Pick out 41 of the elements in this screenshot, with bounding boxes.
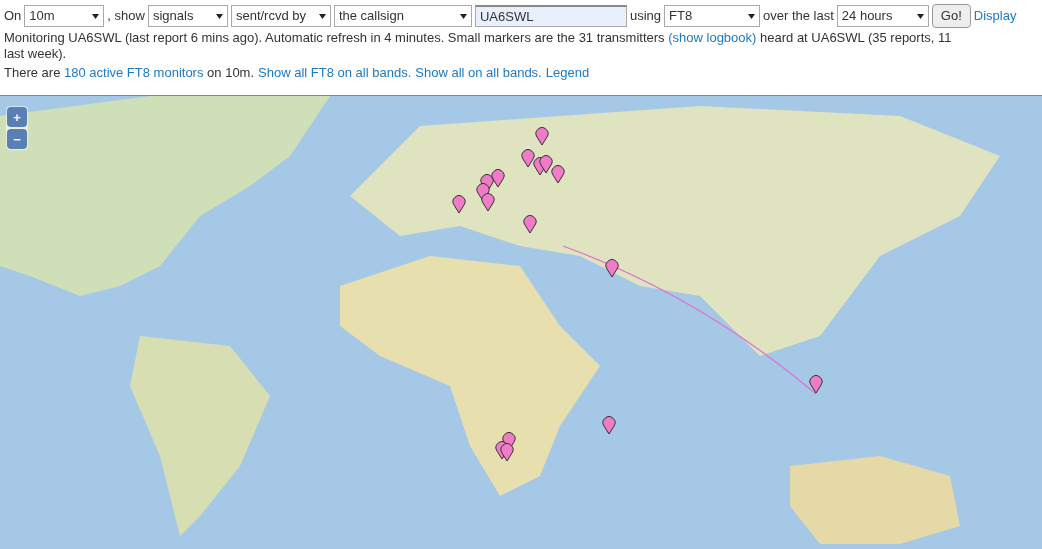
caret-icon: [459, 13, 467, 19]
band-link[interactable]: Show all on all bands.: [415, 65, 542, 81]
label-text: On: [4, 7, 22, 26]
target-select[interactable]: the callsign: [333, 5, 472, 27]
monitors-text: There are 180 active FT8 monitors on 10m.: [4, 65, 255, 81]
caret-icon: [318, 13, 326, 19]
map-pin-icon[interactable]: [551, 164, 565, 184]
map-pin-icon[interactable]: [481, 192, 495, 212]
show-select[interactable]: signals: [147, 5, 228, 27]
map-pin-icon[interactable]: [491, 168, 505, 188]
map-pin-icon[interactable]: [535, 126, 549, 146]
direction-select[interactable]: sent/rcvd by: [230, 5, 331, 27]
period-select[interactable]: 24 hours: [836, 5, 929, 27]
caret-icon: [748, 13, 755, 19]
logbook-link[interactable]: (show logbook): [668, 30, 757, 45]
label-text: , show: [107, 7, 145, 26]
mode-select[interactable]: FT8: [664, 5, 760, 27]
band-link[interactable]: Show all FT8 on all bands.: [258, 65, 412, 81]
map-pin-icon[interactable]: [500, 442, 514, 462]
map-pin-icon[interactable]: [605, 258, 619, 278]
status-text: Monitoring UA6SWL (last report 6 mins ago). Automatic refresh in 4 minutes. Small markers are the 31 transmitters (show logbook) heard at UA6SWL (35 reports, 11 last week).: [3, 30, 953, 62]
zoom-in-button[interactable]: +: [7, 107, 27, 127]
monitors-link[interactable]: 180 active FT8 monitors: [64, 65, 204, 80]
map-pin-icon[interactable]: [521, 148, 535, 168]
label-text: using: [629, 7, 661, 26]
label-text: over the last: [763, 7, 834, 26]
band-link[interactable]: Legend: [545, 65, 590, 81]
map-pin-icon[interactable]: [523, 214, 537, 234]
map-pin-icon[interactable]: [809, 374, 823, 394]
map-pin-icon[interactable]: [452, 194, 466, 214]
caret-icon: [916, 13, 924, 19]
caret-icon: [215, 13, 223, 19]
callsign-input[interactable]: UA6SWL: [474, 5, 627, 27]
map-pin-icon[interactable]: [539, 154, 553, 174]
go-button[interactable]: Go!: [931, 4, 971, 28]
zoom-out-button[interactable]: −: [7, 129, 27, 149]
caret-icon: [92, 13, 100, 19]
map-area[interactable]: + −: [0, 95, 1042, 549]
map-pin-icon[interactable]: [602, 415, 616, 435]
display-link[interactable]: Display: [973, 6, 1017, 26]
band-select[interactable]: 10m: [24, 5, 105, 27]
